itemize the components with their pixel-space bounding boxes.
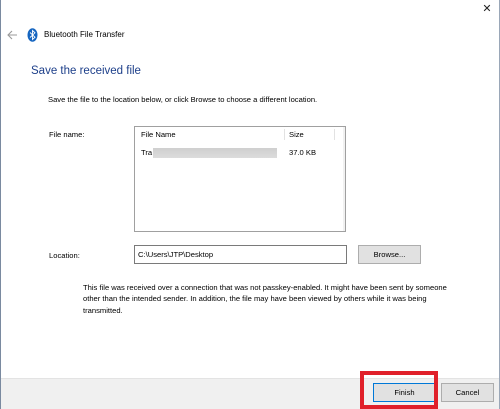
bluetooth-icon xyxy=(27,28,38,42)
location-label: Location: xyxy=(49,251,80,260)
file-size-cell: 37.0 KB xyxy=(289,148,317,157)
cancel-button[interactable]: Cancel xyxy=(441,383,494,402)
location-input[interactable] xyxy=(134,245,347,264)
close-icon: ✕ xyxy=(482,3,492,15)
file-list[interactable]: File Name Size Tra 37.0 KB xyxy=(134,126,346,232)
redacted-region xyxy=(153,148,277,158)
bluetooth-file-transfer-window: ✕ Bluetooth File Transfer Save the recei… xyxy=(0,0,500,409)
finish-button[interactable]: Finish xyxy=(373,383,436,402)
window-left-border xyxy=(0,0,1,409)
list-scrollbar[interactable] xyxy=(343,127,345,231)
page-description: Save the file to the location below, or … xyxy=(48,95,318,104)
page-heading: Save the received file xyxy=(31,65,141,77)
close-button[interactable]: ✕ xyxy=(480,3,494,15)
file-name-cell: Tra xyxy=(141,148,153,157)
column-header-file-name[interactable]: File Name xyxy=(141,130,176,139)
back-arrow-icon xyxy=(7,30,17,40)
browse-button[interactable]: Browse... xyxy=(358,245,421,264)
file-name-label: File name: xyxy=(49,130,85,139)
column-separator[interactable] xyxy=(284,129,285,140)
back-button[interactable] xyxy=(5,28,19,42)
column-separator[interactable] xyxy=(334,129,335,140)
column-header-size[interactable]: Size xyxy=(289,130,304,139)
security-warning-text: This file was received over a connection… xyxy=(83,283,447,315)
window-title: Bluetooth File Transfer xyxy=(44,30,125,39)
